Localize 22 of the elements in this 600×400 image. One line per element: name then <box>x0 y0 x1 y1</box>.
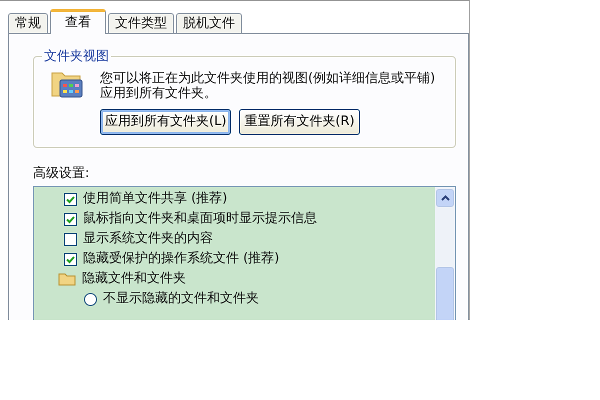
checkbox[interactable] <box>64 252 77 266</box>
tab[interactable]: 脱机文件 <box>176 13 242 33</box>
tab[interactable]: 常规 <box>8 13 48 33</box>
folder-icon <box>58 272 76 286</box>
tab[interactable]: 文件类型 <box>108 13 174 33</box>
checkbox[interactable] <box>64 232 77 246</box>
reset-button[interactable]: 重置所有文件夹(R) <box>239 109 360 134</box>
checkbox-label: 使用简单文件共享 (推荐) <box>83 190 228 208</box>
tab[interactable]: 查看 <box>50 9 106 34</box>
folder-label: 隐藏文件和文件夹 <box>82 270 186 288</box>
checkbox[interactable] <box>64 192 77 206</box>
checkbox-label: 隐藏受保护的操作系统文件 (推荐) <box>83 250 280 268</box>
apply-button[interactable]: 应用到所有文件夹(L) <box>100 109 232 134</box>
checkbox-label: 显示系统文件夹的内容 <box>83 230 213 248</box>
scroll-up-icon[interactable] <box>436 189 454 207</box>
checkbox[interactable] <box>64 212 77 226</box>
scrollbar[interactable] <box>435 187 455 320</box>
description-text: 您可以将正在为此文件夹使用的视图(例如详细信息或平铺)应用到所有文件夹。 <box>100 71 436 101</box>
advanced-settings-label: 高级设置: <box>33 164 90 182</box>
radio-button[interactable] <box>84 292 97 306</box>
radio-label: 不显示隐藏的文件和文件夹 <box>103 290 259 308</box>
checkbox-label: 鼠标指向文件夹和桌面项时显示提示信息 <box>83 210 317 228</box>
